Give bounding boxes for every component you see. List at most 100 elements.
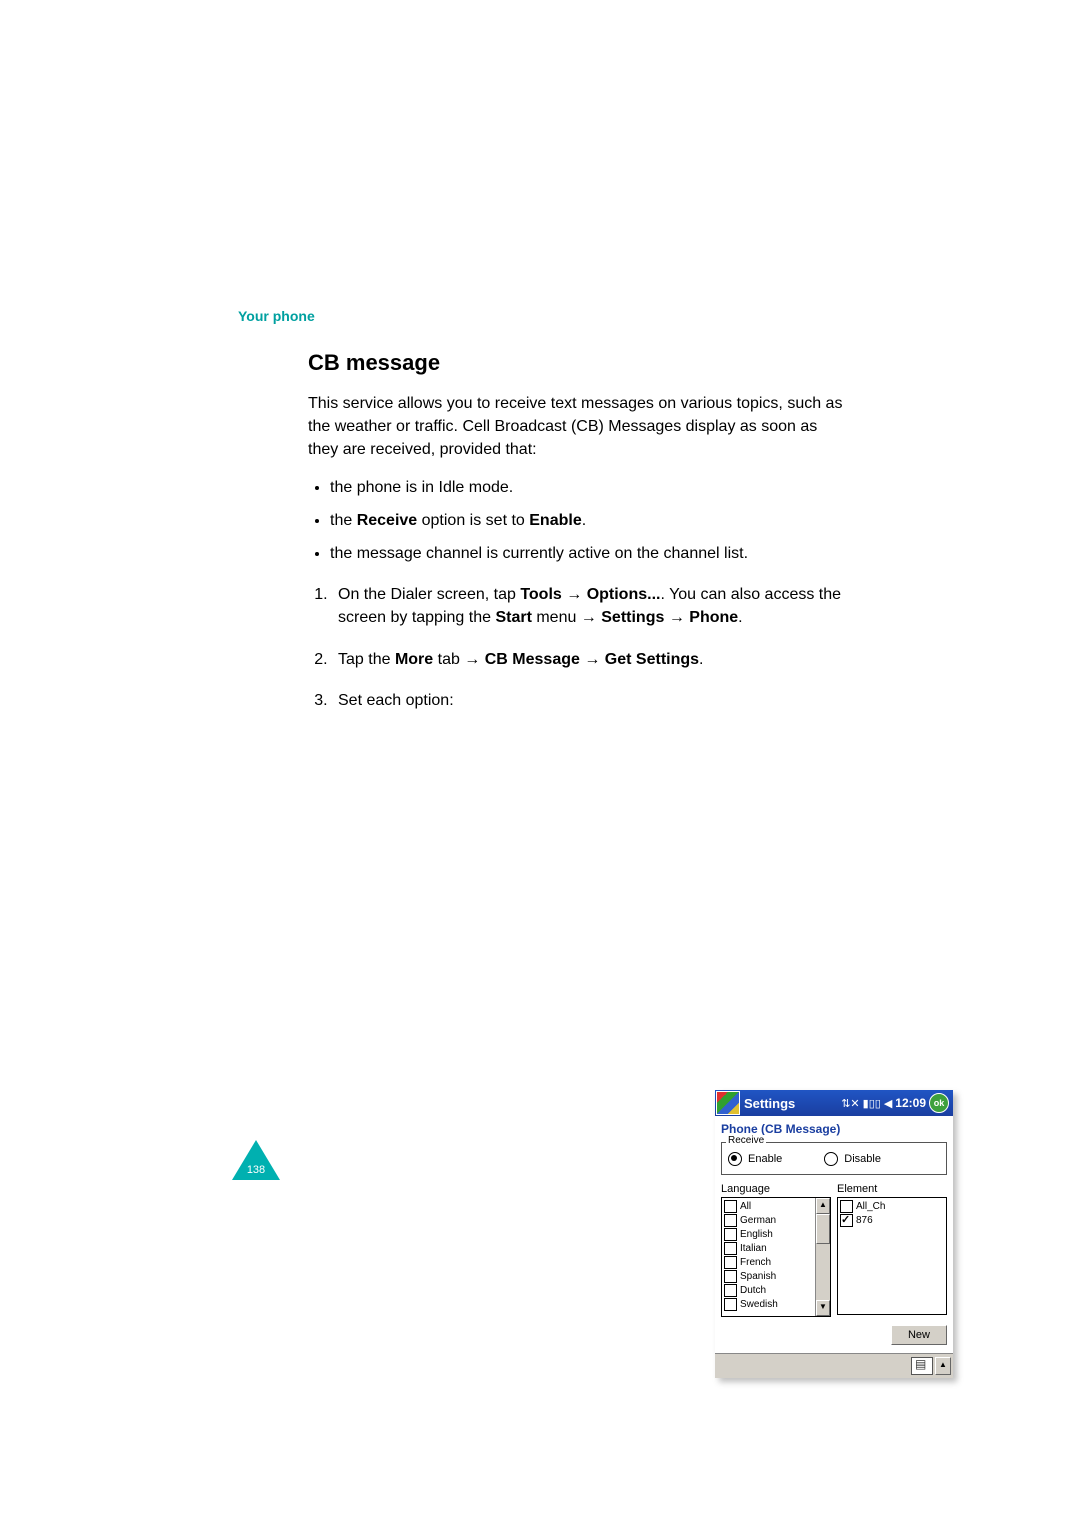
checkbox[interactable] xyxy=(724,1270,737,1283)
checkbox-label: Spanish xyxy=(740,1271,776,1282)
device-screenshot: Settings ⇅✕ ▮▯▯ ◀ 12:09 ok Phone (CB Mes… xyxy=(715,1090,953,1378)
signal-icon: ▮▯▯ xyxy=(863,1097,881,1110)
scroll-thumb[interactable] xyxy=(816,1214,830,1244)
status-icons: ⇅✕ ▮▯▯ ◀ 12:09 ok xyxy=(841,1090,949,1116)
content-area: CB message This service allows you to re… xyxy=(308,350,848,730)
text-bold: Phone xyxy=(689,609,738,626)
text: the xyxy=(330,512,357,529)
text-bold: CB Message xyxy=(485,651,580,668)
text: . xyxy=(699,651,703,668)
bullet-item: the phone is in Idle mode. xyxy=(330,476,848,499)
checkbox[interactable] xyxy=(724,1298,737,1311)
radio-row: Enable Disable xyxy=(728,1152,940,1166)
language-item[interactable]: All xyxy=(724,1200,813,1213)
checkbox[interactable] xyxy=(724,1284,737,1297)
receive-group: Receive Enable Disable xyxy=(721,1142,947,1175)
language-item[interactable]: Dutch xyxy=(724,1284,813,1297)
checkbox-label: French xyxy=(740,1257,771,1268)
checkbox-label: All xyxy=(740,1201,751,1212)
sip-up-button[interactable]: ▲ xyxy=(935,1357,951,1375)
checkbox[interactable] xyxy=(840,1214,853,1227)
disable-radio[interactable] xyxy=(824,1152,838,1166)
language-item[interactable]: Swedish xyxy=(724,1298,813,1311)
enable-label: Enable xyxy=(748,1153,782,1165)
text-bold: Tools xyxy=(520,586,561,603)
checkbox-label: Swedish xyxy=(740,1299,778,1310)
checkbox-label: All_Ch xyxy=(856,1201,885,1212)
new-button-row: New xyxy=(715,1317,953,1353)
text: . xyxy=(582,512,586,529)
checkbox[interactable] xyxy=(724,1242,737,1255)
language-item[interactable]: Spanish xyxy=(724,1270,813,1283)
connectivity-icon: ⇅✕ xyxy=(841,1097,859,1110)
checkbox[interactable] xyxy=(724,1200,737,1213)
step-item: On the Dialer screen, tap Tools → Option… xyxy=(332,583,848,629)
checkbox-label: German xyxy=(740,1215,776,1226)
element-item[interactable]: 876 xyxy=(840,1214,944,1227)
text-bold: Start xyxy=(495,609,531,626)
language-header: Language xyxy=(721,1183,831,1195)
checkbox-label: Italian xyxy=(740,1243,767,1254)
language-item[interactable]: French xyxy=(724,1256,813,1269)
start-flag-icon[interactable] xyxy=(716,1091,740,1115)
receive-legend: Receive xyxy=(726,1135,766,1146)
bullet-list: the phone is in Idle mode. the Receive o… xyxy=(308,476,848,566)
scroll-up-button[interactable]: ▲ xyxy=(816,1198,830,1214)
checkbox[interactable] xyxy=(840,1200,853,1213)
language-items: All German English Italian French Spanish Dutc… xyxy=(722,1198,815,1316)
window-body: Phone (CB Message) Receive Enable Disabl… xyxy=(715,1116,953,1353)
new-button[interactable]: New xyxy=(891,1325,947,1345)
text-bold: Get Settings xyxy=(605,651,699,668)
bullet-item: the message channel is currently active … xyxy=(330,542,848,565)
arrow: → xyxy=(664,609,689,626)
bullet-item: the Receive option is set to Enable. xyxy=(330,509,848,532)
page-header: Your phone xyxy=(238,308,315,324)
text-bold: Settings xyxy=(601,609,664,626)
page-number: 138 xyxy=(232,1164,280,1176)
scrollbar[interactable]: ▲ ▼ xyxy=(815,1198,830,1316)
section-heading: CB message xyxy=(308,350,848,376)
element-item[interactable]: All_Ch xyxy=(840,1200,944,1213)
bottom-bar: ▲ xyxy=(715,1353,953,1378)
speaker-icon: ◀ xyxy=(884,1097,892,1110)
numbered-list: On the Dialer screen, tap Tools → Option… xyxy=(308,583,848,712)
disable-label: Disable xyxy=(844,1153,881,1165)
text: On the Dialer screen, tap xyxy=(338,586,520,603)
checkbox[interactable] xyxy=(724,1256,737,1269)
text-bold: More xyxy=(395,651,433,668)
checkbox[interactable] xyxy=(724,1228,737,1241)
text: tab → xyxy=(433,651,485,668)
element-header: Element xyxy=(837,1183,947,1195)
text: . xyxy=(738,609,742,626)
text: Tap the xyxy=(338,651,395,668)
columns: Language All German English Italian French Sp… xyxy=(715,1183,953,1317)
text-bold: Enable xyxy=(529,512,581,529)
language-item[interactable]: English xyxy=(724,1228,813,1241)
element-listbox[interactable]: All_Ch 876 xyxy=(837,1197,947,1315)
language-listbox[interactable]: All German English Italian French Spanish Dutc… xyxy=(721,1197,831,1317)
text: → xyxy=(580,651,605,668)
language-item[interactable]: Italian xyxy=(724,1242,813,1255)
language-column: Language All German English Italian French Sp… xyxy=(721,1183,831,1317)
clock: 12:09 xyxy=(895,1096,926,1110)
checkbox-label: English xyxy=(740,1229,773,1240)
scroll-down-button[interactable]: ▼ xyxy=(816,1300,830,1316)
enable-radio[interactable] xyxy=(728,1152,742,1166)
step-item: Tap the More tab → CB Message → Get Sett… xyxy=(332,648,848,671)
checkbox[interactable] xyxy=(724,1214,737,1227)
arrow: → xyxy=(562,586,587,603)
text-bold: Options... xyxy=(587,586,661,603)
element-column: Element All_Ch 876 xyxy=(837,1183,947,1317)
checkbox-label: Dutch xyxy=(740,1285,766,1296)
text-bold: Receive xyxy=(357,512,418,529)
intro-text: This service allows you to receive text … xyxy=(308,392,848,462)
text: menu → xyxy=(532,609,601,626)
checkbox-label: 876 xyxy=(856,1215,873,1226)
titlebar: Settings ⇅✕ ▮▯▯ ◀ 12:09 ok xyxy=(715,1090,953,1116)
window-title: Settings xyxy=(744,1096,795,1111)
ok-button[interactable]: ok xyxy=(929,1093,949,1113)
language-item[interactable]: German xyxy=(724,1214,813,1227)
step-item: Set each option: xyxy=(332,689,848,712)
keyboard-icon[interactable] xyxy=(911,1357,933,1375)
text: option is set to xyxy=(417,512,529,529)
